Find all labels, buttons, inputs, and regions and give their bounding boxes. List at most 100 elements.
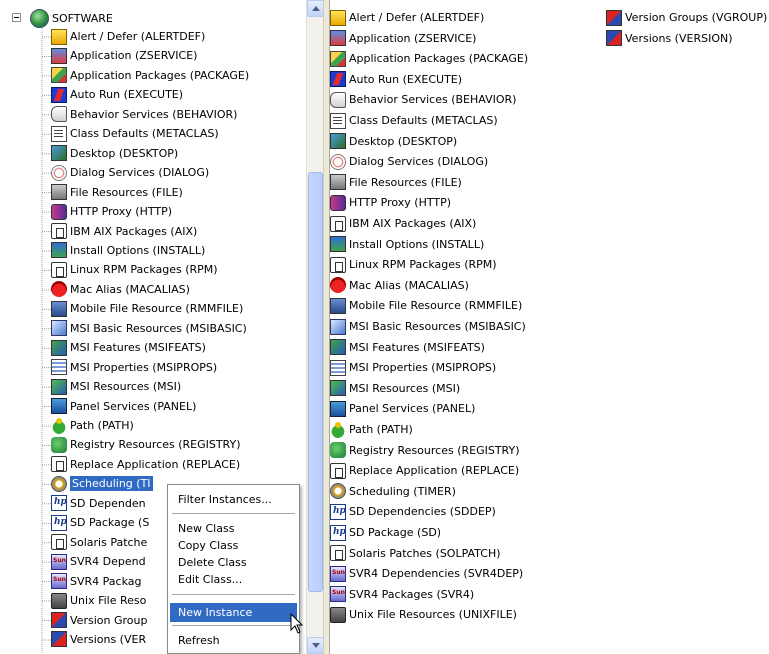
list-item[interactable]: SVR4 Dependencies (SVR4DEP) bbox=[330, 564, 523, 583]
tree-item[interactable]: Solaris Patche bbox=[51, 533, 147, 552]
tree-item[interactable]: Versions (VER bbox=[51, 630, 146, 649]
list-item[interactable]: MSI Resources (MSI) bbox=[330, 379, 460, 398]
tree-item-label: Scheduling (TI bbox=[70, 476, 153, 492]
list-item[interactable]: Versions (VERSION) bbox=[606, 29, 733, 48]
tree-item[interactable]: Auto Run (EXECUTE) bbox=[51, 85, 183, 104]
tree-item[interactable]: IBM AIX Packages (AIX) bbox=[51, 222, 197, 241]
list-item[interactable]: MSI Properties (MSIPROPS) bbox=[330, 358, 496, 377]
scroll-down-button[interactable] bbox=[307, 637, 324, 654]
list-item-label: Registry Resources (REGISTRY) bbox=[349, 443, 520, 457]
list-item[interactable]: Dialog Services (DIALOG) bbox=[330, 152, 488, 171]
list-item[interactable]: SVR4 Packages (SVR4) bbox=[330, 585, 474, 604]
tree-item[interactable]: Dialog Services (DIALOG) bbox=[51, 163, 209, 182]
list-item-label: Replace Application (REPLACE) bbox=[349, 464, 520, 478]
scroll-up-button[interactable] bbox=[307, 0, 324, 17]
list-item-label: Unix File Resources (UNIXFILE) bbox=[349, 608, 517, 622]
list-item[interactable]: Application Packages (PACKAGE) bbox=[330, 49, 528, 68]
tree-item[interactable]: Desktop (DESKTOP) bbox=[51, 144, 178, 163]
list-item[interactable]: Class Defaults (METACLAS) bbox=[330, 111, 498, 130]
menu-new-instance[interactable]: New Instance bbox=[170, 603, 297, 622]
tree-item[interactable]: MSI Features (MSIFEATS) bbox=[51, 338, 206, 357]
tree-root-software[interactable]: SOFTWARE bbox=[30, 8, 113, 28]
list-item[interactable]: Auto Run (EXECUTE) bbox=[330, 70, 462, 89]
list-item[interactable]: File Resources (FILE) bbox=[330, 173, 462, 192]
menu-refresh[interactable]: Refresh bbox=[170, 631, 297, 650]
list-item[interactable]: Alert / Defer (ALERTDEF) bbox=[330, 8, 484, 27]
unix-icon bbox=[51, 592, 67, 609]
tree-item[interactable]: Behavior Services (BEHAVIOR) bbox=[51, 105, 237, 124]
menu-filter-instances[interactable]: Filter Instances... bbox=[170, 490, 297, 509]
tree-item[interactable]: SD Dependen bbox=[51, 494, 146, 513]
tree-item[interactable]: Version Group bbox=[51, 611, 147, 630]
tree-vertical-scrollbar[interactable] bbox=[306, 0, 324, 654]
list-item[interactable]: IBM AIX Packages (AIX) bbox=[330, 214, 476, 233]
list-item[interactable]: MSI Basic Resources (MSIBASIC) bbox=[330, 317, 526, 336]
list-item[interactable]: Replace Application (REPLACE) bbox=[330, 461, 519, 480]
list-item-label: Application (ZSERVICE) bbox=[349, 31, 477, 45]
tree-item[interactable]: SVR4 Depend bbox=[51, 552, 146, 571]
list-item[interactable]: SD Dependencies (SDDEP) bbox=[330, 502, 496, 521]
doc-icon bbox=[51, 125, 67, 142]
list-item-label: Panel Services (PANEL) bbox=[349, 402, 476, 416]
tree-item[interactable]: Linux RPM Packages (RPM) bbox=[51, 260, 218, 279]
list-item-label: Behavior Services (BEHAVIOR) bbox=[349, 93, 517, 107]
menu-edit-class[interactable]: Edit Class... bbox=[170, 570, 297, 589]
tree-item[interactable]: Registry Resources (REGISTRY) bbox=[51, 435, 241, 454]
sun-icon bbox=[51, 553, 67, 570]
tree-item[interactable]: Replace Application (REPLACE) bbox=[51, 455, 240, 474]
tree-item[interactable]: File Resources (FILE) bbox=[51, 183, 183, 202]
tree-item[interactable]: Install Options (INSTALL) bbox=[51, 241, 205, 260]
list-item-label: IBM AIX Packages (AIX) bbox=[349, 217, 477, 230]
list-item[interactable]: Registry Resources (REGISTRY) bbox=[330, 441, 520, 460]
list-item[interactable]: Mobile File Resource (RMMFILE) bbox=[330, 296, 522, 315]
list-item-label: MSI Properties (MSIPROPS) bbox=[349, 361, 497, 375]
collapse-toggle[interactable] bbox=[12, 13, 21, 22]
tree-item-label: Mobile File Resource (RMMFILE) bbox=[70, 302, 244, 316]
props-icon bbox=[330, 359, 346, 376]
tree-item[interactable]: Panel Services (PANEL) bbox=[51, 397, 196, 416]
tree-item-label: Alert / Defer (ALERTDEF) bbox=[70, 30, 206, 43]
list-item[interactable]: Scheduling (TIMER) bbox=[330, 482, 456, 501]
tree-item[interactable]: MSI Basic Resources (MSIBASIC) bbox=[51, 319, 247, 338]
tree-item[interactable]: Alert / Defer (ALERTDEF) bbox=[51, 27, 205, 46]
pane-splitter[interactable] bbox=[323, 0, 330, 654]
list-item[interactable]: MSI Features (MSIFEATS) bbox=[330, 338, 485, 357]
tree-item[interactable]: SVR4 Packag bbox=[51, 572, 141, 591]
tree-item[interactable]: Unix File Reso bbox=[51, 591, 146, 610]
menu-separator bbox=[172, 513, 295, 514]
tree-item[interactable]: Application Packages (PACKAGE) bbox=[51, 66, 249, 85]
list-item[interactable]: Application (ZSERVICE) bbox=[330, 29, 476, 48]
list-item[interactable]: HTTP Proxy (HTTP) bbox=[330, 193, 451, 212]
tree-item[interactable]: Class Defaults (METACLAS) bbox=[51, 124, 219, 143]
list-item[interactable]: Install Options (INSTALL) bbox=[330, 235, 484, 254]
tree-item[interactable]: Mac Alias (MACALIAS) bbox=[51, 280, 190, 299]
list-item[interactable]: Behavior Services (BEHAVIOR) bbox=[330, 90, 516, 109]
tree-item[interactable]: Mobile File Resource (RMMFILE) bbox=[51, 299, 243, 318]
list-item[interactable]: Mac Alias (MACALIAS) bbox=[330, 276, 469, 295]
tree-item[interactable]: Application (ZSERVICE) bbox=[51, 46, 197, 65]
file-icon bbox=[51, 184, 67, 201]
tree-item[interactable]: HTTP Proxy (HTTP) bbox=[51, 202, 172, 221]
list-item[interactable]: Desktop (DESKTOP) bbox=[330, 132, 457, 151]
tree-item[interactable]: Path (PATH) bbox=[51, 416, 134, 435]
tree-item[interactable]: SD Package (S bbox=[51, 513, 149, 532]
tree-item-label: MSI Properties (MSIPROPS) bbox=[70, 360, 218, 374]
scroll-thumb[interactable] bbox=[308, 172, 323, 592]
hp-icon bbox=[330, 503, 346, 520]
list-item[interactable]: Solaris Patches (SOLPATCH) bbox=[330, 544, 501, 563]
list-item[interactable]: SD Package (SD) bbox=[330, 523, 441, 542]
tree-item[interactable]: MSI Resources (MSI) bbox=[51, 377, 181, 396]
class-list-view[interactable]: Alert / Defer (ALERTDEF) Application (ZSE… bbox=[330, 0, 769, 654]
tree-item[interactable]: MSI Properties (MSIPROPS) bbox=[51, 358, 217, 377]
list-item[interactable]: Path (PATH) bbox=[330, 420, 413, 439]
tree-item-label: Path (PATH) bbox=[70, 419, 134, 432]
list-item[interactable]: Unix File Resources (UNIXFILE) bbox=[330, 605, 517, 624]
list-item[interactable]: Panel Services (PANEL) bbox=[330, 399, 475, 418]
tree-item-label: Panel Services (PANEL) bbox=[70, 399, 197, 413]
tree-item-label: Replace Application (REPLACE) bbox=[70, 457, 241, 471]
list-item[interactable]: Linux RPM Packages (RPM) bbox=[330, 255, 497, 274]
tree-item[interactable]: Scheduling (TI bbox=[51, 474, 153, 493]
list-item-label: Mobile File Resource (RMMFILE) bbox=[349, 299, 523, 313]
msifeat-icon bbox=[51, 339, 67, 356]
list-item[interactable]: Version Groups (VGROUP) bbox=[606, 8, 767, 27]
